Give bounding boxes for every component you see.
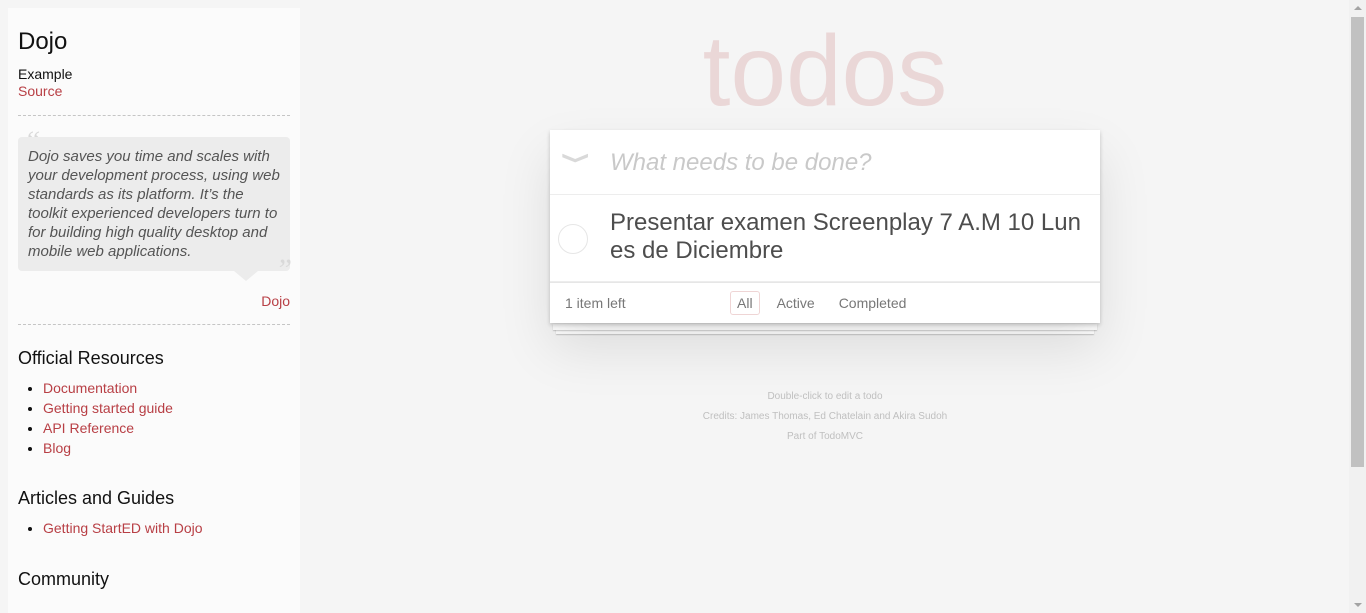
divider (18, 115, 290, 116)
quote-text: Dojo saves you time and scales with your… (18, 137, 290, 281)
sidebar: Dojo Example Source “ Dojo saves you tim… (8, 8, 300, 613)
articles-list: Getting StartED with Dojo (18, 518, 290, 538)
stack-shadow (553, 324, 1097, 330)
official-resources-title: Official Resources (18, 348, 164, 368)
todo-footer: 1 item left All Active Completed (550, 282, 1100, 323)
vertical-scrollbar[interactable] (1349, 0, 1366, 613)
todo-label[interactable]: Presentar examen Screenplay 7 A.M 10 Lun… (610, 209, 1090, 265)
todo-item: Presentar examen Screenplay 7 A.M 10 Lun… (550, 195, 1100, 282)
app-title: todos (702, 15, 948, 127)
divider (18, 324, 290, 325)
part-of-todomvc: Part of TodoMVC (787, 431, 863, 442)
resource-link-documentation[interactable]: Documentation (43, 380, 137, 396)
example-label: Example (18, 66, 73, 82)
list-item: API Reference (43, 418, 290, 438)
resource-link-getting-started[interactable]: Getting started guide (43, 400, 173, 416)
list-item: Getting StartED with Dojo (43, 518, 290, 538)
scroll-up-arrow-icon[interactable] (1354, 6, 1362, 10)
quote-tail (234, 271, 258, 281)
edit-hint: Double-click to edit a todo (767, 391, 883, 402)
scroll-down-arrow-icon[interactable] (1354, 603, 1362, 607)
list-item: Documentation (43, 378, 290, 398)
filter-all[interactable]: All (730, 291, 760, 315)
framework-title: Dojo (18, 28, 68, 55)
community-title: Community (18, 569, 110, 589)
info-footer: Double-click to edit a todo Credits: Jam… (550, 387, 1100, 447)
list-item: Blog (43, 438, 290, 458)
resource-link-blog[interactable]: Blog (43, 440, 71, 456)
filter-active[interactable]: Active (770, 291, 822, 315)
new-todo-row: ❯ (550, 130, 1100, 195)
list-item: Getting started guide (43, 398, 290, 418)
quote-block: “ Dojo saves you time and scales with yo… (18, 125, 292, 310)
resource-link-api-reference[interactable]: API Reference (43, 420, 134, 436)
official-resources-list: Documentation Getting started guide API … (18, 378, 290, 458)
scroll-thumb[interactable] (1351, 17, 1364, 467)
todo-app: ❯ Presentar examen Screenplay 7 A.M 10 L… (550, 130, 1100, 323)
todo-checkbox[interactable] (558, 224, 588, 254)
articles-title: Articles and Guides (18, 488, 175, 508)
close-quote-icon: ” (275, 253, 292, 286)
article-link[interactable]: Getting StartED with Dojo (43, 520, 203, 536)
new-todo-input[interactable] (610, 130, 1090, 195)
items-left-count: 1 item left (565, 295, 626, 311)
filters: All Active Completed (730, 291, 913, 315)
source-link[interactable]: Source (18, 83, 62, 100)
toggle-all-chevron-icon[interactable]: ❯ (561, 151, 593, 164)
filter-completed[interactable]: Completed (832, 291, 914, 315)
quote-body: Dojo saves you time and scales with your… (28, 148, 280, 260)
credits: Credits: James Thomas, Ed Chatelain and … (702, 411, 948, 422)
quote-author-link[interactable]: Dojo (18, 293, 290, 310)
